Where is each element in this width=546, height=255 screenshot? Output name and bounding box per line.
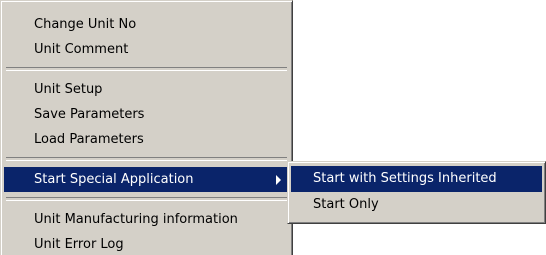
menu-item-load-parameters[interactable]: Load Parameters <box>4 127 289 152</box>
menu-separator <box>6 67 287 71</box>
menu-separator <box>6 197 287 201</box>
submenu-item-start-with-settings-inherited[interactable]: Start with Settings Inherited <box>291 166 542 192</box>
menu-item-change-unit-no[interactable]: Change Unit No <box>4 12 289 37</box>
menu-separator <box>6 157 287 161</box>
menu-item-unit-comment[interactable]: Unit Comment <box>4 37 289 62</box>
submenu: Start with Settings Inherited Start Only <box>287 161 546 224</box>
menu-item-save-parameters[interactable]: Save Parameters <box>4 102 289 127</box>
menu-item-label: Start Special Application <box>34 172 194 187</box>
chevron-right-icon <box>276 175 281 185</box>
menu-item-unit-manufacturing-information[interactable]: Unit Manufacturing information <box>4 207 289 232</box>
menu-item-start-special-application[interactable]: Start Special Application <box>4 167 289 192</box>
submenu-item-start-only[interactable]: Start Only <box>291 192 542 218</box>
menu-item-unit-setup[interactable]: Unit Setup <box>4 77 289 102</box>
menu-item-unit-error-log[interactable]: Unit Error Log <box>4 232 289 255</box>
context-menu: Change Unit No Unit Comment Unit Setup S… <box>0 0 293 255</box>
